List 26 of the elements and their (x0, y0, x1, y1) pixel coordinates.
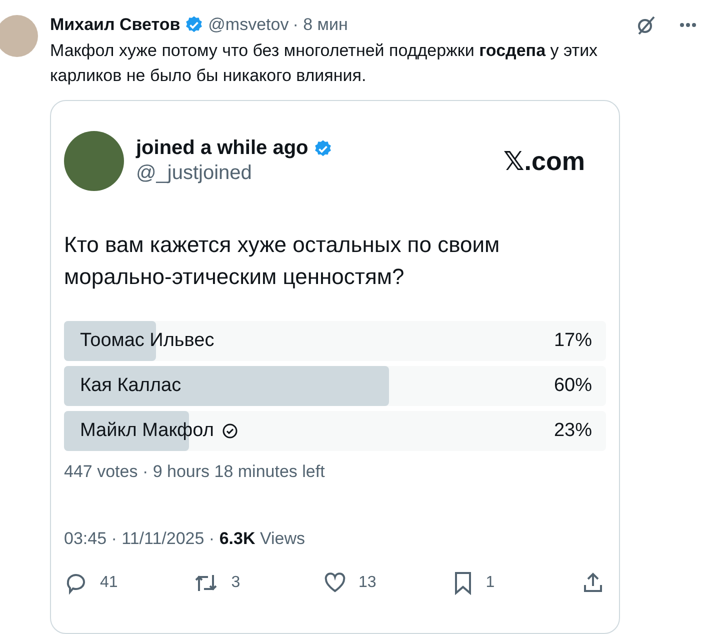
quoted-post-card[interactable] (50, 100, 620, 634)
post-text: Макфол хуже потому что без многолетней поддержки госдепа у этих карликов не было бы никакого влияния. (50, 40, 599, 87)
poll-percent: 23% (554, 420, 592, 442)
poll-option-label: Кая Каллас (80, 375, 182, 397)
site-name: 𝕏.com (503, 146, 585, 176)
quoted-author-handle[interactable]: @_justjoined (136, 162, 334, 185)
bookmark-button[interactable]: 1 (452, 571, 581, 595)
post-timestamp: 03:45 · 11/11/2025 · 6.3K Views (64, 529, 306, 549)
speech-bubble-icon (64, 571, 88, 595)
share-icon (581, 571, 605, 595)
reply-button[interactable]: 41 (64, 571, 194, 595)
poll-percent: 60% (554, 375, 592, 397)
heart-icon (322, 571, 346, 595)
more-options-icon[interactable] (679, 22, 697, 28)
share-button[interactable] (581, 571, 605, 595)
poll-option-label: Тоомас Ильвес (80, 330, 214, 352)
like-button[interactable]: 13 (322, 571, 452, 595)
author-handle[interactable]: @msvetov (208, 15, 289, 35)
quoted-author-name[interactable]: joined a while ago (136, 137, 308, 160)
poll-info: 447 votes · 9 hours 18 minutes left (64, 462, 326, 482)
poll-question: Кто вам кажется хуже остальных по своим морально-этическим ценностям? (64, 231, 501, 291)
poll-percent: 17% (554, 330, 592, 352)
repost-button[interactable]: 3 (193, 571, 322, 595)
author-name[interactable]: Михаил Светов (50, 15, 180, 35)
poll-option-label: Майкл Макфол (80, 420, 214, 442)
post-time: · 8 мин (292, 15, 348, 35)
